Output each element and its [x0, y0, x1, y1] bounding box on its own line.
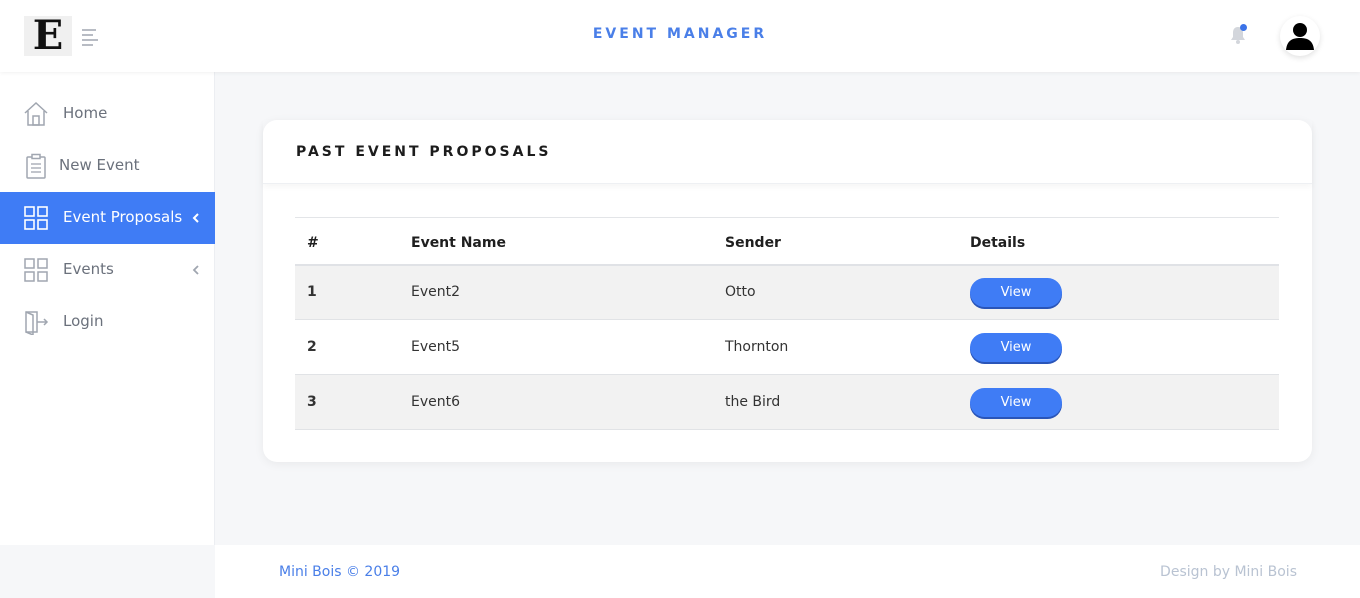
table-row: 2 Event5 Thornton View	[295, 319, 1279, 375]
sidebar-item-events[interactable]: Events	[0, 244, 215, 296]
view-button[interactable]: View	[970, 277, 1062, 307]
view-button[interactable]: View	[970, 332, 1062, 362]
row-number: 1	[295, 264, 411, 320]
grid-icon	[24, 206, 48, 230]
footer-credit: Design by Mini Bois	[1160, 564, 1297, 580]
column-header-sender: Sender	[725, 217, 970, 266]
app-title: EVENT MANAGER	[592, 26, 768, 42]
event-name-cell: Event2	[411, 264, 725, 320]
login-icon	[25, 311, 49, 335]
table-header-row: # Event Name Sender Details	[295, 217, 1279, 266]
card-header: PAST EVENT PROPOSALS	[263, 120, 1312, 184]
sidebar-item-label: Events	[63, 260, 114, 278]
event-name-cell: Event5	[411, 319, 725, 375]
clipboard-icon	[26, 153, 46, 179]
sender-cell: Thornton	[725, 319, 970, 375]
sidebar-item-label: Event Proposals	[63, 208, 183, 226]
top-header: E EVENT MANAGER	[0, 0, 1360, 72]
user-avatar-icon[interactable]	[1280, 16, 1320, 56]
details-cell: View	[970, 374, 1279, 430]
sidebar-item-label: Home	[63, 104, 108, 122]
sidebar-item-event-proposals[interactable]: Event Proposals	[0, 192, 215, 244]
chevron-left-icon	[192, 265, 199, 275]
sidebar-item-login[interactable]: Login	[0, 296, 215, 348]
card-title: PAST EVENT PROPOSALS	[296, 144, 552, 160]
grid-icon	[24, 258, 48, 282]
footer: Mini Bois © 2019 Design by Mini Bois	[215, 545, 1360, 598]
sidebar-item-label: Login	[63, 312, 104, 330]
table-row: 1 Event2 Otto View	[295, 264, 1279, 320]
event-name-cell: Event6	[411, 374, 725, 430]
table-row: 3 Event6 the Bird View	[295, 374, 1279, 430]
home-icon	[24, 101, 48, 126]
notification-dot	[1240, 24, 1247, 31]
proposals-table: # Event Name Sender Details 1 Event2 Ott…	[295, 217, 1279, 430]
sidebar: Home New Event Event Proposals Events Lo…	[0, 72, 215, 545]
sender-cell: Otto	[725, 264, 970, 320]
proposals-card: PAST EVENT PROPOSALS # Event Name Sender…	[263, 120, 1312, 462]
sender-cell: the Bird	[725, 374, 970, 430]
row-number: 3	[295, 374, 411, 430]
row-number: 2	[295, 319, 411, 375]
details-cell: View	[970, 319, 1279, 375]
sidebar-item-label: New Event	[59, 156, 140, 174]
footer-copyright[interactable]: Mini Bois © 2019	[279, 564, 400, 580]
column-header-event-name: Event Name	[411, 217, 725, 266]
column-header-details: Details	[970, 217, 1279, 266]
column-header-number: #	[295, 217, 411, 266]
sidebar-item-new-event[interactable]: New Event	[0, 140, 215, 192]
view-button[interactable]: View	[970, 387, 1062, 417]
details-cell: View	[970, 264, 1279, 320]
sidebar-item-home[interactable]: Home	[0, 88, 215, 140]
chevron-left-icon	[192, 213, 199, 223]
